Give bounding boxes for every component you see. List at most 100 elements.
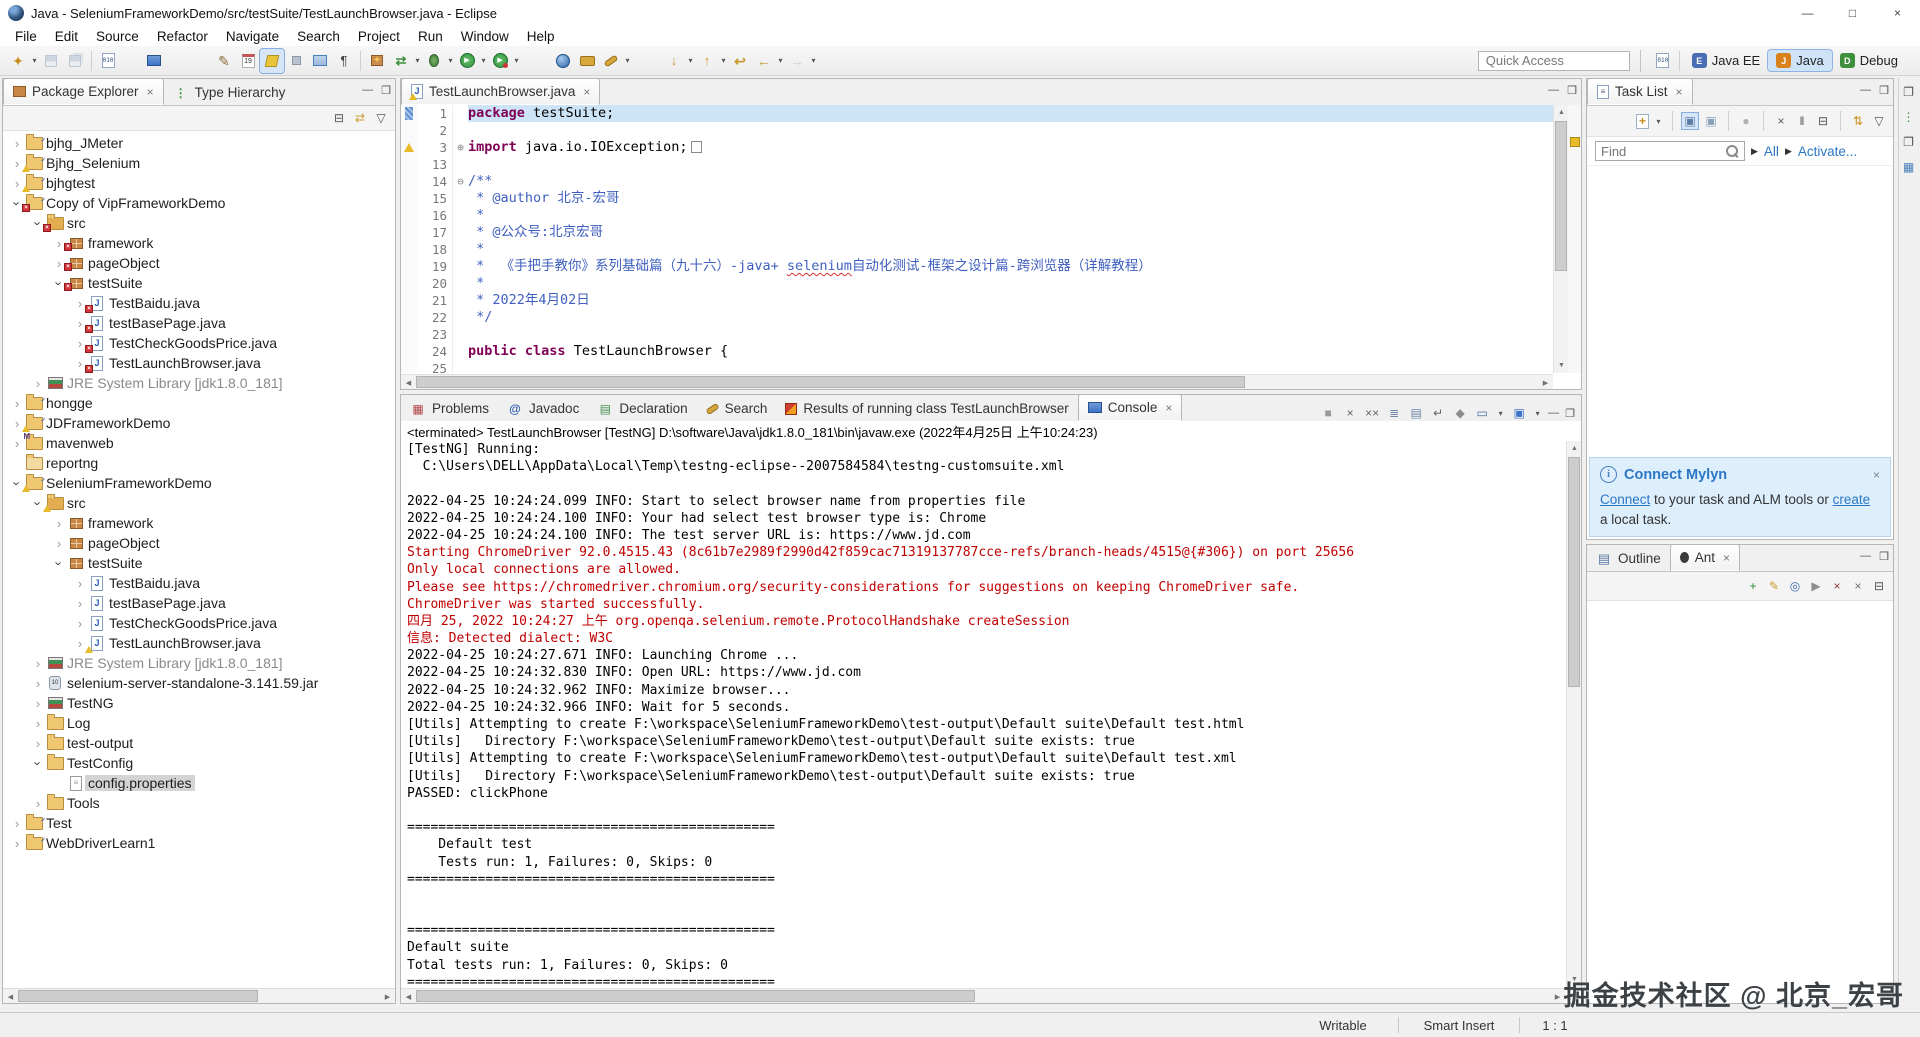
tab-problems[interactable]: ▦ Problems (401, 396, 498, 421)
tree-expander-icon[interactable]: › (30, 736, 46, 751)
search-icon-dropdown[interactable]: ▾ (623, 56, 632, 65)
restore-view-icon-2[interactable]: ❐ (1901, 134, 1917, 150)
show-table-icon[interactable] (308, 49, 332, 73)
maximize-icon[interactable]: ❐ (1879, 550, 1889, 563)
tree-item[interactable]: › ◞ Test (3, 813, 395, 833)
word-wrap-icon[interactable]: ↵ (1430, 405, 1446, 421)
maximize-editor-icon[interactable]: ❐ (1567, 84, 1577, 97)
tree-expander-icon[interactable]: › (52, 555, 67, 571)
focus-workweek-icon[interactable]: ● (1738, 113, 1754, 129)
tree-item[interactable]: › J × TestBaidu.java (3, 293, 395, 313)
categorized-view-icon[interactable]: ▣ (1681, 112, 1699, 130)
tab-console[interactable]: Console × (1077, 394, 1183, 421)
explorer-hscrollbar[interactable]: ◀ ▶ (3, 988, 395, 1003)
tree-expander-icon[interactable]: › (30, 796, 46, 811)
prev-annotation-icon-dropdown[interactable]: ▾ (719, 56, 728, 65)
menu-refactor[interactable]: Refactor (148, 29, 217, 44)
menu-run[interactable]: Run (409, 29, 452, 44)
menu-project[interactable]: Project (349, 29, 409, 44)
clear-console-icon[interactable]: ≣ (1386, 405, 1402, 421)
code-area[interactable]: 1 package testSuite; 2 3 ⊕ import java.io.IOE… (401, 105, 1581, 373)
remove-buildfile-icon[interactable]: × (1829, 578, 1845, 594)
tree-item[interactable]: › ◞ × Copy of VipFrameworkDemo (3, 193, 395, 213)
tab-package-explorer[interactable]: Package Explorer × (3, 78, 164, 105)
tree-item[interactable]: › Log (3, 713, 395, 733)
pin-console-icon[interactable]: ◆ (1452, 405, 1468, 421)
maximize-console-icon[interactable]: ❐ (1565, 407, 1575, 420)
tree-item[interactable]: › pageObject (3, 533, 395, 553)
tree-item[interactable]: › J × TestLaunchBrowser.java (3, 353, 395, 373)
tab-ant[interactable]: Ant × (1669, 544, 1741, 571)
new-wizard-icon-dropdown[interactable]: ▾ (30, 56, 39, 65)
synchronize-icon[interactable]: ⇄ (389, 49, 413, 73)
menu-help[interactable]: Help (518, 29, 564, 44)
tab-type-hierarchy[interactable]: ⋮ Type Hierarchy (164, 80, 295, 105)
tree-item[interactable]: › J × TestCheckGoodsPrice.java (3, 333, 395, 353)
console-output[interactable]: [TestNG] Running: C:\Users\DELL\AppData\… (401, 441, 1565, 987)
find-input[interactable] (1596, 142, 1726, 160)
last-edit-location-icon[interactable]: ↩ (728, 49, 752, 73)
minimize-editor-icon[interactable]: — (1548, 84, 1559, 97)
next-annotation-icon[interactable]: ↓ (662, 49, 686, 73)
tree-expander-icon[interactable]: › (72, 576, 88, 591)
view-menu-icon[interactable]: ▽ (373, 110, 389, 126)
tab-close-icon[interactable]: × (1165, 401, 1172, 415)
filter-all-link[interactable]: All (1764, 144, 1779, 159)
collapse-all-icon[interactable]: ⊟ (331, 110, 347, 126)
warning-marker[interactable] (1570, 137, 1580, 147)
tab-testlaunchbrowser[interactable]: J TestLaunchBrowser.java × (401, 78, 601, 105)
run-external-icon-dropdown[interactable]: ▾ (512, 56, 521, 65)
overview-ruler[interactable] (1567, 105, 1581, 373)
tree-item[interactable]: › ◞ bjhg_JMeter (3, 133, 395, 153)
minimize-tasklist-icon[interactable]: — (1860, 84, 1871, 97)
tree-item[interactable]: › × pageObject (3, 253, 395, 273)
tab-declaration[interactable]: ▤ Declaration (588, 396, 696, 421)
back-icon-dropdown[interactable]: ▾ (776, 56, 785, 65)
tree-expander-icon[interactable]: › (9, 396, 25, 411)
tree-item[interactable]: › ◞ JDFrameworkDemo (3, 413, 395, 433)
filter-people-icon[interactable]: ‖ (1794, 113, 1810, 129)
console-vscrollbar[interactable]: ▲ ▼ (1566, 441, 1581, 987)
tree-item[interactable]: › × framework (3, 233, 395, 253)
tree-item[interactable]: › src (3, 493, 395, 513)
new-task-icon[interactable]: + (1636, 113, 1649, 129)
tab-close-icon[interactable]: × (1723, 551, 1730, 565)
restore-view-icon[interactable]: ❐ (1901, 84, 1917, 100)
remove-all-buildfiles-icon[interactable]: × (1850, 578, 1866, 594)
debug-icon[interactable] (422, 49, 446, 73)
tree-item[interactable]: › ◞ SeleniumFrameworkDemo (3, 473, 395, 493)
mylyn-close-icon[interactable]: × (1873, 468, 1880, 482)
minimize-window-icon[interactable]: — (1785, 0, 1830, 26)
tree-expander-icon[interactable]: › (9, 836, 25, 851)
new-wizard-icon[interactable]: ✦ (6, 49, 30, 73)
tree-item[interactable]: › JRE System Library [jdk1.8.0_181] (3, 653, 395, 673)
mylyn-create-link[interactable]: create (1833, 492, 1871, 507)
minimize-icon[interactable]: — (362, 84, 373, 97)
tree-item[interactable]: › J TestBaidu.java (3, 573, 395, 593)
next-annotation-icon-dropdown[interactable]: ▾ (686, 56, 695, 65)
editor-tab-close-icon[interactable]: × (583, 85, 590, 99)
tree-item[interactable]: › framework (3, 513, 395, 533)
synchronize-icon-dropdown[interactable]: ▾ (413, 56, 422, 65)
minimize-icon[interactable]: — (1860, 550, 1871, 563)
close-window-icon[interactable]: × (1875, 0, 1920, 26)
menu-file[interactable]: File (6, 29, 46, 44)
open-console-icon[interactable]: ▣ (1511, 405, 1527, 421)
scheduled-view-icon[interactable]: ▣ (1703, 113, 1719, 129)
debug-icon-dropdown[interactable]: ▾ (446, 56, 455, 65)
menu-search[interactable]: Search (288, 29, 349, 44)
remove-all-launches-icon[interactable]: ×× (1364, 405, 1380, 421)
run-icon[interactable]: ▶ (455, 49, 479, 73)
perspective-java-ee[interactable]: E Java EE (1684, 50, 1768, 71)
tree-item[interactable]: › × src (3, 213, 395, 233)
tree-expander-icon[interactable]: › (31, 755, 46, 771)
expander-icon[interactable]: ▶ (1751, 146, 1758, 157)
tree-item[interactable]: › JtestBasePage.java (3, 593, 395, 613)
tree-item[interactable]: › J × testBasePage.java (3, 313, 395, 333)
synchronize-db-icon[interactable]: ⇅ (1850, 113, 1866, 129)
tree-item[interactable]: › Mmavenweb (3, 432, 395, 453)
tree-expander-icon[interactable]: › (72, 616, 88, 631)
terminate-icon[interactable]: ■ (1320, 405, 1336, 421)
tree-expander-icon[interactable]: › (72, 596, 88, 611)
tab-results-of-running-class-testlaunchbrowser[interactable]: Results of running class TestLaunchBrows… (776, 396, 1077, 421)
